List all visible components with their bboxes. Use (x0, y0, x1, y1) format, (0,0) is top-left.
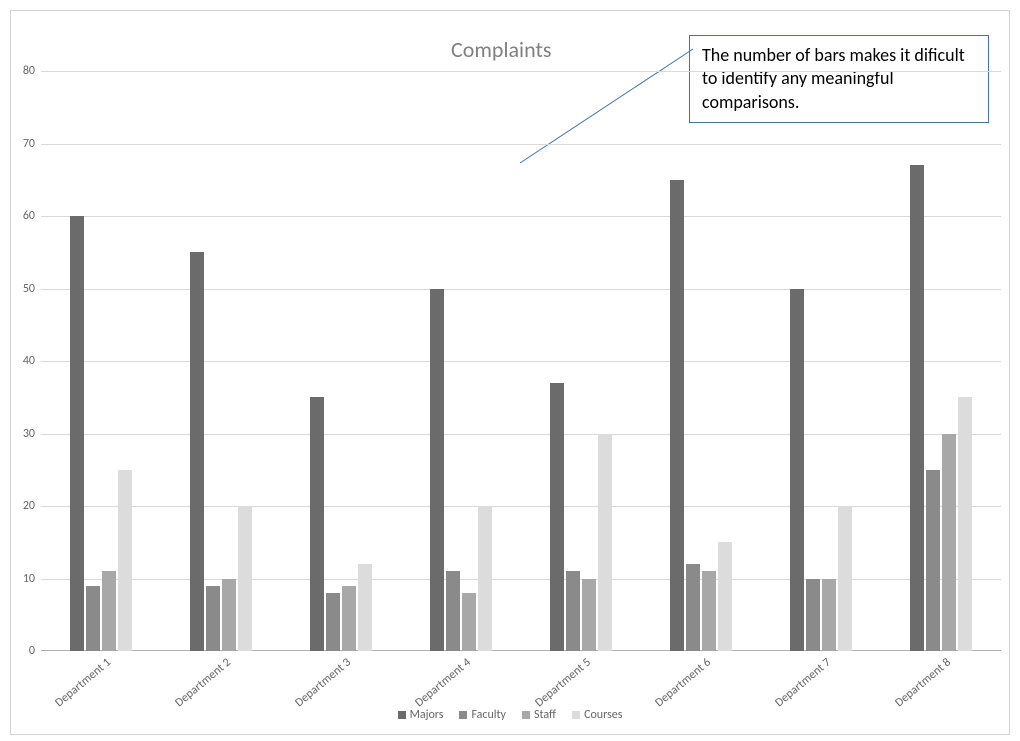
bar-courses (718, 542, 732, 651)
legend-label: Majors (410, 708, 444, 722)
legend-label: Staff (534, 708, 556, 722)
bar-majors (790, 289, 804, 652)
legend-item-majors: Majors (398, 708, 444, 722)
x-tick-label: Department 4 (413, 656, 474, 711)
bar-courses (118, 470, 132, 651)
chart-title: Complaints (451, 36, 551, 63)
x-tick-label: Department 8 (893, 656, 954, 711)
bar-faculty (566, 571, 580, 651)
y-tick-label: 40 (11, 354, 35, 368)
y-tick-label: 50 (11, 282, 35, 296)
x-tick-label: Department 7 (773, 656, 834, 711)
x-tick-label: Department 6 (653, 656, 714, 711)
bar-majors (70, 216, 84, 651)
bar-courses (238, 506, 252, 651)
bar-staff (222, 579, 236, 652)
bar-faculty (806, 579, 820, 652)
bar-faculty (926, 470, 940, 651)
y-tick-label: 60 (11, 209, 35, 223)
plot-area: 01020304050607080Department 1Department … (41, 71, 1001, 651)
bar-majors (190, 252, 204, 651)
legend-item-faculty: Faculty (459, 708, 506, 722)
legend: Majors Faculty Staff Courses (11, 708, 1009, 722)
x-tick-label: Department 3 (293, 656, 354, 711)
bar-faculty (446, 571, 460, 651)
bar-faculty (206, 586, 220, 651)
bar-staff (342, 586, 356, 651)
bar-majors (670, 180, 684, 651)
legend-label: Courses (584, 708, 622, 722)
y-tick-label: 20 (11, 499, 35, 513)
bar-group: Department 1 (41, 71, 161, 651)
bar-group: Department 6 (641, 71, 761, 651)
bar-courses (838, 506, 852, 651)
y-tick-label: 10 (11, 572, 35, 586)
legend-swatch-majors (398, 711, 406, 719)
bar-staff (462, 593, 476, 651)
bar-group: Department 5 (521, 71, 641, 651)
bar-group: Department 3 (281, 71, 401, 651)
bar-courses (478, 506, 492, 651)
bar-staff (102, 571, 116, 651)
bar-group: Department 7 (761, 71, 881, 651)
x-tick-label: Department 2 (173, 656, 234, 711)
bar-majors (550, 383, 564, 651)
bar-faculty (86, 586, 100, 651)
legend-swatch-staff (522, 711, 530, 719)
bar-group: Department 2 (161, 71, 281, 651)
bar-courses (958, 397, 972, 651)
bar-staff (822, 579, 836, 652)
x-tick-label: Department 5 (533, 656, 594, 711)
bar-majors (910, 165, 924, 651)
bar-majors (430, 289, 444, 652)
chart-container: Complaints The number of bars makes it d… (10, 10, 1010, 735)
legend-item-courses: Courses (572, 708, 622, 722)
bar-faculty (686, 564, 700, 651)
y-tick-label: 70 (11, 137, 35, 151)
bar-courses (598, 434, 612, 652)
y-tick-label: 80 (11, 64, 35, 78)
y-tick-label: 30 (11, 427, 35, 441)
bar-faculty (326, 593, 340, 651)
legend-swatch-courses (572, 711, 580, 719)
bar-courses (358, 564, 372, 651)
bar-staff (702, 571, 716, 651)
x-tick-label: Department 1 (53, 656, 114, 711)
legend-item-staff: Staff (522, 708, 556, 722)
legend-label: Faculty (471, 708, 506, 722)
y-tick-label: 0 (11, 644, 35, 658)
bar-staff (582, 579, 596, 652)
bar-staff (942, 434, 956, 652)
legend-swatch-faculty (459, 711, 467, 719)
bar-group: Department 4 (401, 71, 521, 651)
bar-majors (310, 397, 324, 651)
bar-group: Department 8 (881, 71, 1001, 651)
